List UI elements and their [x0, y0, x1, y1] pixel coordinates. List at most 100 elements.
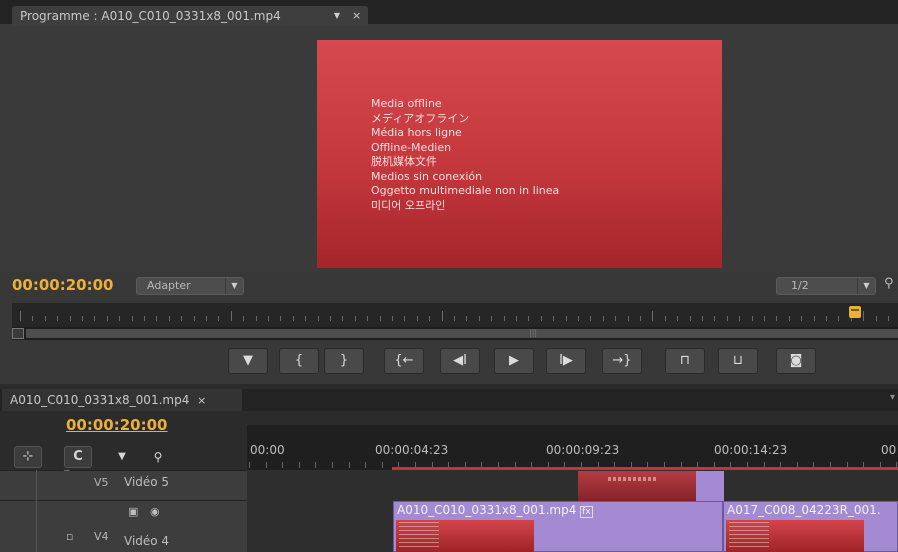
mark-out-button[interactable]: }	[324, 348, 364, 374]
timeline-clip-v5[interactable]	[578, 471, 696, 501]
ruler-tick	[381, 462, 383, 468]
track-id-v4: V4	[94, 530, 109, 543]
clip-thumbnail	[726, 520, 864, 552]
track-lock-column	[36, 470, 37, 552]
resolution-select[interactable]: 1/2 ▼	[776, 277, 876, 295]
timeline-timecode[interactable]: 00:00:20:00	[66, 416, 168, 434]
ruler-tick	[540, 316, 542, 321]
add-marker-button[interactable]: ▼	[228, 348, 268, 374]
close-icon[interactable]: ×	[197, 394, 206, 407]
ruler-tick	[751, 316, 753, 321]
timeline-tab-title: A010_C010_0331x8_001.mp4	[10, 393, 190, 407]
clip-thumbnail	[396, 520, 534, 552]
ruler-tick	[640, 316, 641, 321]
ruler-tick	[776, 316, 778, 321]
ruler-tick	[429, 316, 431, 321]
step-forward-icon: I▶	[559, 353, 573, 368]
ruler-tick	[553, 316, 555, 321]
offline-line: Medios sin conexión	[371, 169, 483, 183]
mark-in-button[interactable]: {	[279, 348, 319, 374]
go-to-in-button[interactable]: {←	[384, 348, 424, 374]
program-monitor-tab[interactable]: Programme : A010_C010_0331x8_001.mp4 ▼ ×	[12, 6, 368, 26]
timeline-clip-v5-tail[interactable]	[696, 471, 724, 501]
go-to-in-icon: {←	[394, 353, 414, 368]
ruler-tick	[491, 316, 493, 321]
ruler-tick	[230, 311, 232, 321]
film-icon[interactable]: ▣	[128, 505, 138, 518]
ruler-tick	[801, 316, 803, 321]
ruler-tick	[144, 316, 145, 321]
timeline-settings-tool[interactable]: ⚲	[144, 446, 172, 468]
ruler-tick	[156, 316, 158, 321]
resolution-select-value: 1/2	[791, 279, 809, 292]
ruler-tick	[206, 316, 207, 321]
timeline-clip-a010[interactable]: A010_C010_0331x8_001.mp4 fx	[393, 501, 723, 552]
add-marker-tool[interactable]: ▼	[108, 446, 136, 468]
zoom-scrollbar-start[interactable]	[12, 328, 24, 339]
nest-sequence-tool[interactable]: ⊹	[14, 446, 42, 468]
fit-select[interactable]: Adapter ▼	[136, 277, 244, 295]
extract-icon: ⊔	[732, 353, 744, 368]
lift-button[interactable]: ⊓	[665, 348, 705, 374]
ruler-tick	[627, 316, 629, 321]
track-name-v4[interactable]: Vidéo 4	[124, 534, 169, 548]
step-back-button[interactable]: ◀I	[440, 348, 480, 374]
mark-in-icon: {	[294, 353, 304, 368]
extract-button[interactable]: ⊔	[718, 348, 758, 374]
ruler-label: 00	[881, 443, 897, 457]
program-time-ruler[interactable]	[12, 303, 898, 327]
go-to-out-icon: →}	[612, 353, 632, 368]
ruler-tick	[677, 316, 679, 321]
playhead-marker[interactable]	[849, 306, 861, 318]
ruler-tick	[392, 316, 393, 321]
ruler-tick	[193, 316, 195, 321]
camera-icon: ◙	[789, 353, 803, 368]
play-icon: ▶	[509, 353, 519, 368]
ruler-tick	[44, 316, 46, 321]
go-to-out-button[interactable]: →}	[602, 348, 642, 374]
program-timecode[interactable]: 00:00:20:00	[12, 276, 114, 294]
ruler-tick	[863, 311, 865, 321]
timeline-tab[interactable]: A010_C010_0331x8_001.mp4 ×	[2, 389, 242, 411]
offline-line: 脱机媒体文件	[371, 155, 437, 168]
timeline-time-ruler[interactable]: 00:00 00:00:04:23 00:00:09:23 00:00:14:2…	[247, 425, 898, 470]
ruler-tick	[249, 462, 250, 468]
ruler-tick	[441, 311, 443, 321]
nest-icon: ⊹	[22, 449, 34, 464]
panel-menu-icon[interactable]: ▾	[890, 392, 895, 403]
fit-select-value: Adapter	[147, 279, 191, 292]
ruler-tick	[280, 316, 282, 321]
ruler-tick	[590, 316, 592, 321]
ruler-tick	[218, 316, 220, 321]
zoom-scrollbar[interactable]: |||	[12, 327, 898, 340]
clip-thumbnail-text	[608, 477, 658, 481]
step-forward-button[interactable]: I▶	[546, 348, 586, 374]
wrench-icon[interactable]: ⚲	[884, 276, 894, 291]
snap-tool[interactable]: C	[64, 446, 92, 468]
chevron-down-icon: ▼	[857, 278, 875, 294]
wrench-icon: ⚲	[153, 450, 163, 464]
lock-icon[interactable]: ▫	[66, 530, 73, 543]
ruler-tick	[788, 316, 790, 321]
export-frame-button[interactable]: ◙	[776, 348, 816, 374]
ruler-tick	[82, 316, 83, 321]
ruler-tick	[739, 316, 741, 321]
ruler-tick	[243, 316, 245, 321]
play-button[interactable]: ▶	[494, 348, 534, 374]
ruler-tick	[826, 316, 827, 321]
ruler-tick	[342, 316, 344, 321]
mark-out-icon: }	[339, 353, 349, 368]
close-icon[interactable]: ×	[352, 6, 361, 26]
chevron-down-icon[interactable]: ▼	[330, 6, 344, 26]
grip-icon: |||	[529, 328, 538, 337]
track-name-v5[interactable]: Vidéo 5	[124, 475, 169, 489]
ruler-tick	[106, 316, 108, 321]
ruler-label: 00:00	[250, 443, 285, 457]
ruler-tick	[332, 462, 333, 468]
track-toggle-icon[interactable]: ‾	[64, 468, 70, 481]
ruler-tick	[454, 316, 455, 321]
zoom-scrollbar-thumb[interactable]	[26, 329, 898, 338]
timeline-clip-a017[interactable]: A017_C008_04223R_001.	[723, 501, 898, 552]
offline-line: Oggetto multimediale non in linea	[371, 184, 560, 197]
eye-icon[interactable]: ◉	[150, 505, 160, 518]
